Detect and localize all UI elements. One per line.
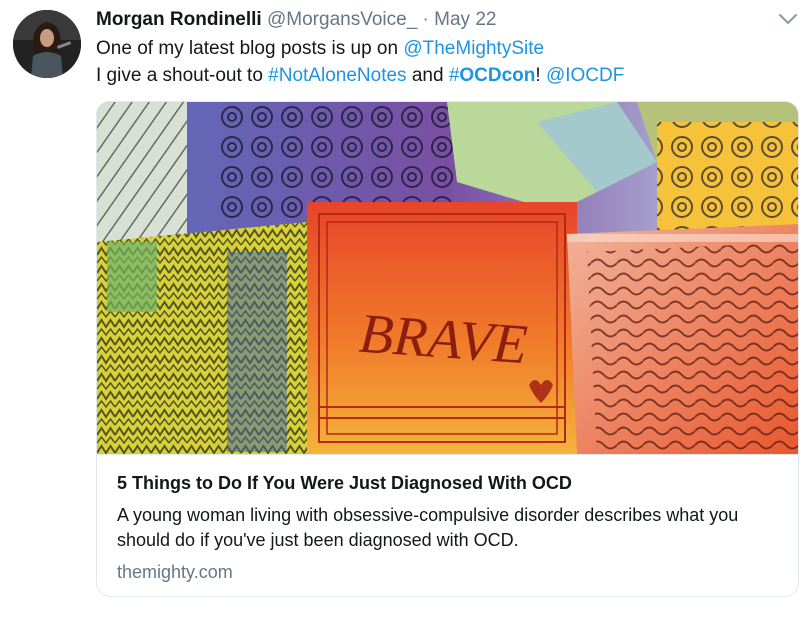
card-image[interactable]: BRAVE	[97, 102, 799, 455]
avatar[interactable]	[13, 10, 81, 78]
mention-link[interactable]: @TheMightySite	[403, 38, 544, 59]
tweet-line-1: One of my latest blog posts is up on @Th…	[96, 35, 796, 62]
separator: ·	[422, 9, 429, 30]
hashtag-link[interactable]: #NotAloneNotes	[268, 65, 406, 86]
tweet-date[interactable]: May 22	[434, 9, 496, 30]
card-title[interactable]: 5 Things to Do If You Were Just Diagnose…	[117, 473, 572, 494]
author-name[interactable]: Morgan Rondinelli	[96, 9, 262, 30]
tweet-text-segment: and	[406, 65, 449, 86]
tweet-text: One of my latest blog posts is up on @Th…	[96, 35, 796, 89]
mention-link[interactable]: @IOCDF	[546, 65, 624, 86]
card-image-text: BRAVE	[357, 303, 529, 377]
card-description: A young woman living with obsessive-comp…	[117, 505, 739, 550]
tweet-text-segment: !	[535, 65, 546, 86]
tweet-header: Morgan Rondinelli @MorgansVoice_ · May 2…	[96, 9, 496, 31]
tweet-text-segment: I give a shout-out to	[96, 65, 269, 86]
card-domain: themighty.com	[117, 562, 233, 582]
author-handle[interactable]: @MorgansVoice_	[267, 9, 417, 30]
tweet-line-2: I give a shout-out to #NotAloneNotes and…	[96, 62, 796, 89]
hashtag-bold-text: OCDcon	[459, 65, 536, 86]
chevron-down-icon[interactable]	[776, 10, 800, 28]
link-card[interactable]: BRAVE 5 Things to Do If You Were Just Di…	[96, 101, 799, 597]
tweet-text-segment: One of my latest blog posts is up on	[96, 38, 404, 59]
hashtag-hash: #	[448, 65, 460, 86]
hashtag-link[interactable]: #OCDcon	[449, 65, 536, 86]
